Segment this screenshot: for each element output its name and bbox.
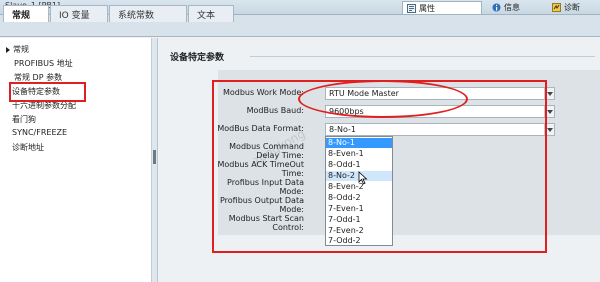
tab-diagnostics[interactable]: 诊断 (548, 1, 600, 14)
tab-info[interactable]: 信息 (488, 1, 542, 14)
expand-arrow-icon[interactable] (6, 46, 10, 53)
nav-item-diagnostic-address[interactable]: 诊断地址 (12, 142, 44, 154)
splitter-grip-icon[interactable] (153, 150, 156, 164)
tab-info-label: 信息 (504, 3, 520, 12)
properties-icon (407, 3, 416, 13)
tab-general[interactable]: 常规 (3, 5, 49, 22)
tab-properties-label: 属性 (419, 3, 435, 13)
nav-item-sync-freeze[interactable]: SYNC/FREEZE (12, 128, 67, 140)
nav-item-profibus-address[interactable]: PROFIBUS 地址 (14, 58, 73, 70)
nav-item-label: 常规 (13, 45, 29, 54)
tab-system-constants[interactable]: 系统常数 (109, 5, 187, 22)
annotation-ellipse (298, 80, 468, 118)
tab-texts[interactable]: 文本 (188, 5, 234, 22)
info-icon (492, 3, 501, 12)
tab-diagnostics-label: 诊断 (564, 3, 580, 12)
diagnostics-icon (552, 3, 561, 12)
section-divider (250, 56, 595, 57)
section-title: 设备特定参数 (170, 53, 225, 63)
tab-io-tags[interactable]: IO 变量 (50, 5, 108, 22)
nav-item-watchdog[interactable]: 看门狗 (12, 114, 36, 126)
annotation-box-nav (9, 82, 86, 102)
nav-item-general[interactable]: 常规 (6, 44, 29, 56)
tab-properties[interactable]: 属性 (402, 1, 482, 14)
